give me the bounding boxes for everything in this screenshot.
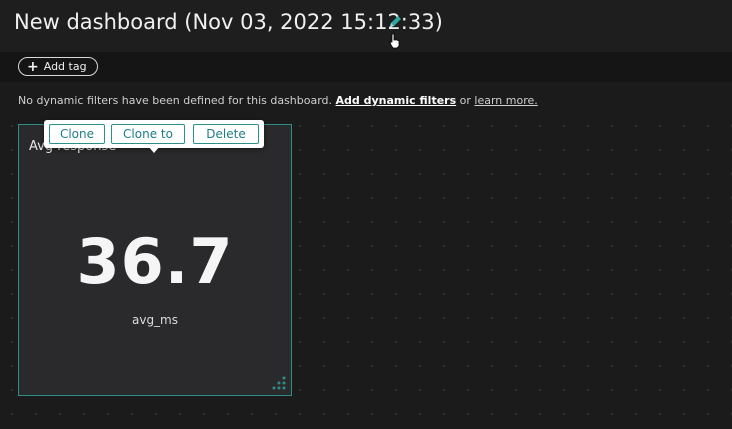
clone-to-button[interactable]: Clone to [111,124,185,144]
add-tag-button[interactable]: + Add tag [18,57,98,76]
mouse-cursor-icon [389,33,400,49]
add-dynamic-filters-link[interactable]: Add dynamic filters [336,94,457,107]
dashboard-title[interactable]: New dashboard (Nov 03, 2022 15:12:33) [14,10,443,34]
plus-icon: + [27,58,39,75]
tile-unit: avg_ms [131,313,178,327]
single-value-tile[interactable]: Avg response 36.7 avg_ms [18,124,292,396]
tile-value: 36.7 [76,225,234,298]
toolbar-caret [148,146,160,153]
tile-action-toolbar: Clone Clone to Delete [44,120,264,153]
dynamic-filters-message: No dynamic filters have been defined for… [18,94,538,107]
filters-message-text: No dynamic filters have been defined for… [18,94,333,107]
delete-button[interactable]: Delete [193,124,259,144]
resize-handle-icon[interactable] [271,375,287,391]
tag-bar [0,52,732,82]
add-tag-label: Add tag [43,60,87,73]
clone-button[interactable]: Clone [49,124,105,144]
pencil-icon[interactable] [386,13,404,31]
filters-or-text: or [459,94,471,107]
learn-more-link[interactable]: learn more. [474,94,537,107]
dashboard-header: New dashboard (Nov 03, 2022 15:12:33) [0,0,732,52]
